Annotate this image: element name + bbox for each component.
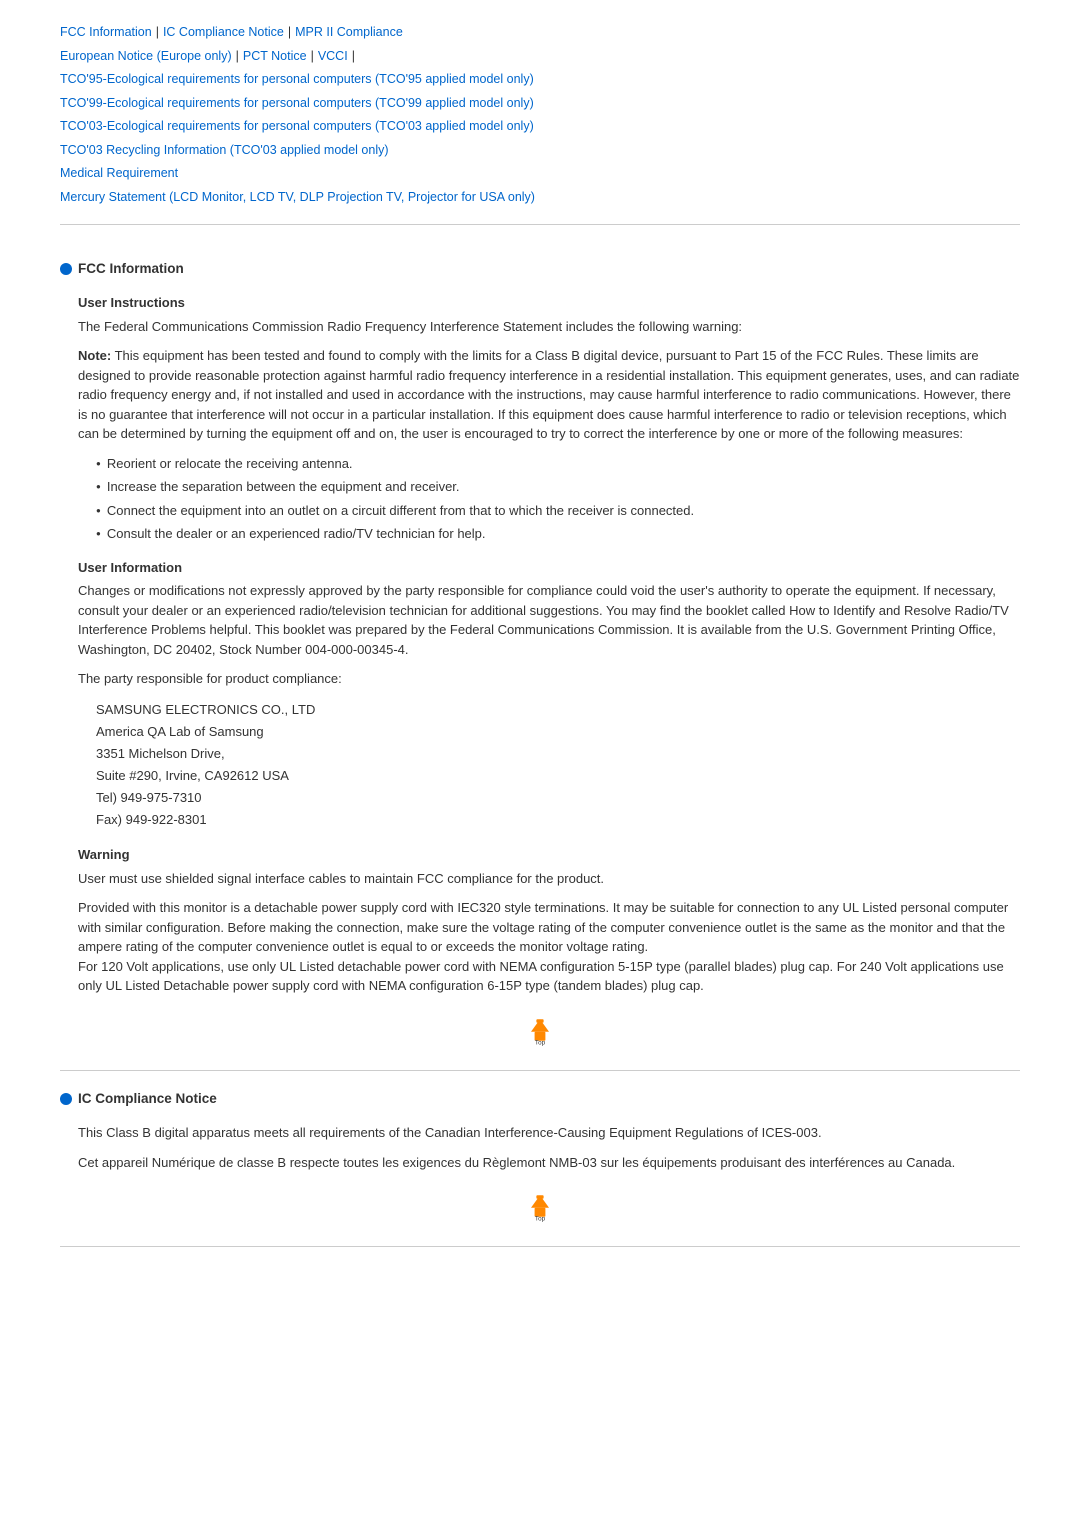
ic-para2: Cet appareil Numérique de classe B respe… bbox=[78, 1153, 1020, 1173]
warning-heading: Warning bbox=[78, 845, 1020, 865]
pct-nav-link[interactable]: PCT Notice bbox=[243, 49, 307, 63]
fcc-info-nav-link[interactable]: FCC Information bbox=[60, 25, 152, 39]
fcc-bullet-3: Connect the equipment into an outlet on … bbox=[96, 501, 1020, 521]
user-instructions-note: Note: This equipment has been tested and… bbox=[78, 346, 1020, 444]
svg-text:Top: Top bbox=[535, 1215, 546, 1222]
ic-top-button[interactable]: Top bbox=[522, 1188, 558, 1224]
ic-section-title: IC Compliance Notice bbox=[60, 1089, 1020, 1109]
mpr-nav-link[interactable]: MPR II Compliance bbox=[295, 25, 403, 39]
fcc-bullet-2: Increase the separation between the equi… bbox=[96, 477, 1020, 497]
vcci-nav-link[interactable]: VCCI bbox=[318, 49, 348, 63]
svg-text:Top: Top bbox=[535, 1039, 546, 1046]
fcc-section: FCC Information User Instructions The Fe… bbox=[60, 241, 1020, 1071]
user-information-para2: The party responsible for product compli… bbox=[78, 669, 1020, 689]
top-arrow-icon: Top bbox=[522, 1012, 558, 1048]
fcc-bullet-1: Reorient or relocate the receiving anten… bbox=[96, 454, 1020, 474]
note-text: This equipment has been tested and found… bbox=[78, 348, 1019, 441]
ic-para1: This Class B digital apparatus meets all… bbox=[78, 1123, 1020, 1143]
samsung-address: SAMSUNG ELECTRONICS CO., LTD America QA … bbox=[96, 699, 1002, 832]
fcc-top-button-container: Top bbox=[60, 1012, 1020, 1048]
tco95-nav-link[interactable]: TCO'95-Ecological requirements for perso… bbox=[60, 72, 534, 86]
mercury-nav-link[interactable]: Mercury Statement (LCD Monitor, LCD TV, … bbox=[60, 190, 535, 204]
user-information-para1: Changes or modifications not expressly a… bbox=[78, 581, 1020, 659]
warning-para1: User must use shielded signal interface … bbox=[78, 869, 1020, 889]
fcc-bullet-4: Consult the dealer or an experienced rad… bbox=[96, 524, 1020, 544]
ic-bullet-icon bbox=[60, 1093, 72, 1105]
ic-content: This Class B digital apparatus meets all… bbox=[78, 1123, 1020, 1172]
user-instructions-subsection: User Instructions The Federal Communicat… bbox=[78, 293, 1020, 544]
tco03-recycling-nav-link[interactable]: TCO'03 Recycling Information (TCO'03 app… bbox=[60, 143, 389, 157]
fcc-bullets-list: Reorient or relocate the receiving anten… bbox=[96, 454, 1020, 544]
ic-top-button-container: Top bbox=[60, 1188, 1020, 1224]
ic-compliance-nav-link[interactable]: IC Compliance Notice bbox=[163, 25, 284, 39]
fcc-bullet-icon bbox=[60, 263, 72, 275]
fcc-section-title: FCC Information bbox=[60, 259, 1020, 279]
navigation-links: FCC Information|IC Compliance Notice|MPR… bbox=[60, 20, 1020, 208]
tco03-nav-link[interactable]: TCO'03-Ecological requirements for perso… bbox=[60, 119, 534, 133]
warning-subsection: Warning User must use shielded signal in… bbox=[78, 845, 1020, 996]
top-divider bbox=[60, 224, 1020, 225]
user-instructions-intro: The Federal Communications Commission Ra… bbox=[78, 317, 1020, 337]
tco99-nav-link[interactable]: TCO'99-Ecological requirements for perso… bbox=[60, 96, 534, 110]
ic-title-text: IC Compliance Notice bbox=[78, 1089, 217, 1109]
medical-nav-link[interactable]: Medical Requirement bbox=[60, 166, 178, 180]
user-instructions-heading: User Instructions bbox=[78, 293, 1020, 313]
user-information-subsection: User Information Changes or modification… bbox=[78, 558, 1020, 832]
note-bold: Note: bbox=[78, 348, 111, 363]
fcc-title-text: FCC Information bbox=[78, 259, 184, 279]
european-nav-link[interactable]: European Notice (Europe only) bbox=[60, 49, 232, 63]
warning-para2: Provided with this monitor is a detachab… bbox=[78, 898, 1020, 996]
ic-top-arrow-icon: Top bbox=[522, 1188, 558, 1224]
user-information-heading: User Information bbox=[78, 558, 1020, 578]
fcc-top-button[interactable]: Top bbox=[522, 1012, 558, 1048]
ic-section: IC Compliance Notice This Class B digita… bbox=[60, 1071, 1020, 1247]
